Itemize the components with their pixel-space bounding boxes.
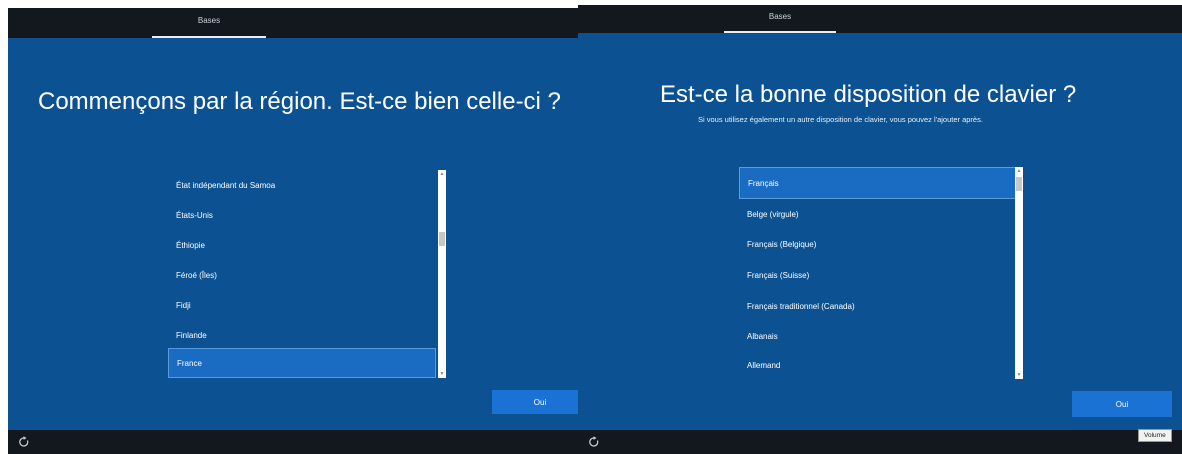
list-item-selected[interactable]: France	[168, 348, 436, 378]
tab-label: Bases	[197, 16, 221, 25]
list-item[interactable]: Français (Suisse)	[739, 259, 1017, 291]
keyboard-setup-screen: Bases Est-ce la bonne disposition de cla…	[578, 5, 1182, 454]
scrollbar[interactable]: ▲ ▼	[438, 170, 446, 378]
list-item[interactable]: Fidji	[168, 290, 436, 320]
scroll-down-icon[interactable]: ▼	[438, 370, 446, 378]
list-item[interactable]: Belge (virgule)	[739, 199, 1017, 229]
keyboard-layout-list[interactable]: Français Belge (virgule) Français (Belgi…	[739, 167, 1029, 379]
scroll-up-icon[interactable]: ▲	[1015, 167, 1023, 175]
list-item[interactable]: État indépendant du Samoa	[168, 170, 436, 200]
list-item[interactable]: Finlande	[168, 320, 436, 350]
page-title: Est-ce la bonne disposition de clavier ?	[660, 81, 1077, 108]
bottom-bar	[8, 430, 582, 454]
top-bar: Bases	[578, 5, 1182, 33]
scroll-down-icon[interactable]: ▼	[1015, 371, 1023, 379]
accessibility-icon[interactable]	[18, 436, 30, 448]
accessibility-icon[interactable]	[588, 436, 600, 448]
tab-bases[interactable]: Bases	[152, 8, 266, 38]
list-item-selected[interactable]: Français	[739, 167, 1017, 199]
volume-tooltip: Volume	[1138, 429, 1172, 442]
list-item[interactable]: Albanais	[739, 321, 1017, 351]
page-subtitle: Si vous utilisez également un autre disp…	[698, 115, 983, 124]
tab-label: Bases	[768, 12, 792, 21]
yes-button[interactable]: Oui	[1072, 391, 1172, 417]
list-item[interactable]: Allemand	[739, 351, 1017, 379]
scrollbar-thumb[interactable]	[439, 232, 445, 246]
list-item[interactable]: Français (Belgique)	[739, 229, 1017, 259]
top-bar: Bases	[8, 8, 582, 38]
list-item[interactable]: Éthiopie	[168, 230, 436, 260]
region-setup-screen: Bases Commençons par la région. Est-ce b…	[8, 8, 582, 454]
main-content: Est-ce la bonne disposition de clavier ?…	[578, 33, 1182, 430]
region-list[interactable]: État indépendant du Samoa États-Unis Éth…	[168, 170, 448, 378]
scroll-up-icon[interactable]: ▲	[438, 170, 446, 178]
list-item[interactable]: Féroé (Îles)	[168, 260, 436, 290]
main-content: Commençons par la région. Est-ce bien ce…	[8, 38, 582, 430]
bottom-bar	[578, 430, 1182, 454]
list-item[interactable]: États-Unis	[168, 200, 436, 230]
yes-button[interactable]: Oui	[492, 390, 582, 414]
scrollbar-thumb[interactable]	[1016, 177, 1022, 191]
scrollbar[interactable]: ▲ ▼	[1015, 167, 1023, 379]
list-item[interactable]: Français traditionnel (Canada)	[739, 291, 1017, 321]
page-title: Commençons par la région. Est-ce bien ce…	[38, 88, 561, 115]
tab-bases[interactable]: Bases	[724, 5, 836, 33]
